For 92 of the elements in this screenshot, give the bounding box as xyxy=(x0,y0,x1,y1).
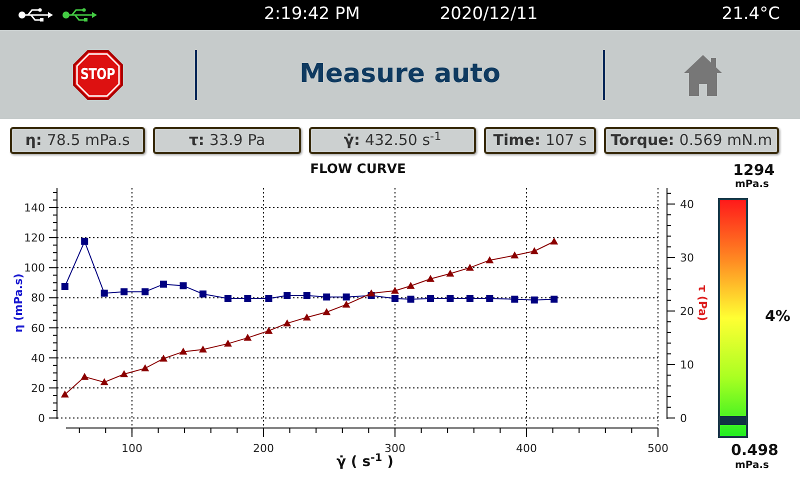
triangle-marker xyxy=(244,334,252,341)
reading-value: 432.50 s$^{-1}$ xyxy=(364,129,442,152)
triangle-marker xyxy=(141,364,150,372)
triangle-marker xyxy=(367,289,376,296)
triangle-marker xyxy=(283,319,292,326)
square-marker xyxy=(244,295,252,302)
square-marker xyxy=(180,282,187,290)
square-marker xyxy=(342,293,350,300)
square-marker xyxy=(160,280,168,288)
triangle-marker xyxy=(179,348,188,355)
triangle-marker xyxy=(446,270,454,277)
x-axis-label: γ̇ ( s$^{-1}$ ) xyxy=(336,452,394,472)
tick-label: 200 xyxy=(252,442,274,455)
square-marker xyxy=(224,295,232,302)
reading-value: 33.9 Pa xyxy=(209,130,266,152)
reading-label: η: xyxy=(25,130,42,152)
reading-value: 0.569 mN.m xyxy=(679,130,772,152)
gauge-reading: 4% xyxy=(765,306,790,327)
temperature: 21.4°C xyxy=(722,3,781,26)
home-icon[interactable] xyxy=(682,52,722,96)
gauge-unit: mPa.s xyxy=(735,178,769,192)
square-marker xyxy=(391,295,398,302)
chart-title: FLOW CURVE xyxy=(310,162,406,177)
square-marker xyxy=(407,296,414,303)
tick-label: 60 xyxy=(31,322,45,335)
tick-label: 140 xyxy=(24,202,45,215)
triangle-marker xyxy=(406,282,415,289)
triangle-marker xyxy=(486,256,494,264)
triangle-marker xyxy=(322,308,331,316)
tick-label: 20 xyxy=(680,305,694,318)
tick-label: 0 xyxy=(38,412,45,425)
triangle-marker xyxy=(426,274,434,282)
y-axis-label: η (mPa.s) xyxy=(12,273,25,333)
triangle-marker xyxy=(264,326,273,334)
square-marker xyxy=(323,293,330,300)
tick-label: 40 xyxy=(31,352,45,365)
tick-label: 40 xyxy=(680,198,694,212)
tick-label: 30 xyxy=(680,252,694,265)
gauge-unit: mPa.s xyxy=(735,459,769,473)
tick-label: 400 xyxy=(516,442,537,455)
gauge-max: 1294 xyxy=(733,160,775,180)
tick-label: 20 xyxy=(31,382,45,395)
triangle-marker xyxy=(198,346,207,353)
triangle-marker xyxy=(466,264,474,271)
triangle-marker xyxy=(120,370,128,378)
triangle-marker xyxy=(60,390,69,398)
triangle-marker xyxy=(160,354,168,362)
square-marker xyxy=(486,295,494,302)
stop-button[interactable]: STOP xyxy=(72,50,122,100)
triangle-marker xyxy=(80,372,89,380)
square-marker xyxy=(511,296,518,303)
square-marker xyxy=(530,296,538,304)
tick-label: 10 xyxy=(680,358,694,372)
tick-label: 0 xyxy=(680,412,687,425)
triangle-marker xyxy=(100,378,108,386)
square-marker xyxy=(446,295,454,302)
tick-label: 120 xyxy=(24,232,45,245)
triangle-marker xyxy=(390,286,399,294)
square-marker xyxy=(427,295,434,302)
square-marker xyxy=(199,290,206,298)
reading-value: 107 s xyxy=(545,130,587,152)
triangle-marker xyxy=(510,251,519,258)
square-marker xyxy=(81,238,88,245)
square-marker xyxy=(61,282,68,290)
reading-label: Torque: xyxy=(610,130,674,152)
triangle-marker xyxy=(530,247,538,254)
reading-label: Time: xyxy=(493,130,540,152)
reading-label: τ: xyxy=(188,130,204,152)
square-marker xyxy=(265,295,272,302)
date: 2020/12/11 xyxy=(440,3,538,26)
square-marker xyxy=(550,296,558,303)
triangle-marker xyxy=(302,313,311,320)
square-marker xyxy=(120,288,128,296)
screen-title: Measure auto xyxy=(300,58,500,91)
square-marker xyxy=(466,295,474,302)
triangle-marker xyxy=(342,300,350,308)
triangle-marker xyxy=(550,238,558,244)
tick-label: 500 xyxy=(648,442,668,455)
tick-label: 80 xyxy=(31,292,45,305)
square-marker xyxy=(100,290,108,297)
square-marker xyxy=(284,292,291,299)
clock-time: 2:19:42 PM xyxy=(264,3,360,26)
gauge-min: 0.498 xyxy=(731,440,778,460)
tick-label: 100 xyxy=(24,262,45,275)
triangle-marker xyxy=(224,340,232,347)
reading-label: γ̇: xyxy=(344,130,360,152)
square-marker xyxy=(303,292,310,299)
reading-value: 78.5 mPa.s xyxy=(46,130,130,152)
tick-label: 100 xyxy=(121,442,142,455)
tick-label: 300 xyxy=(384,442,406,455)
square-marker xyxy=(142,288,149,296)
y-axis-label: τ (Pa) xyxy=(696,284,709,322)
